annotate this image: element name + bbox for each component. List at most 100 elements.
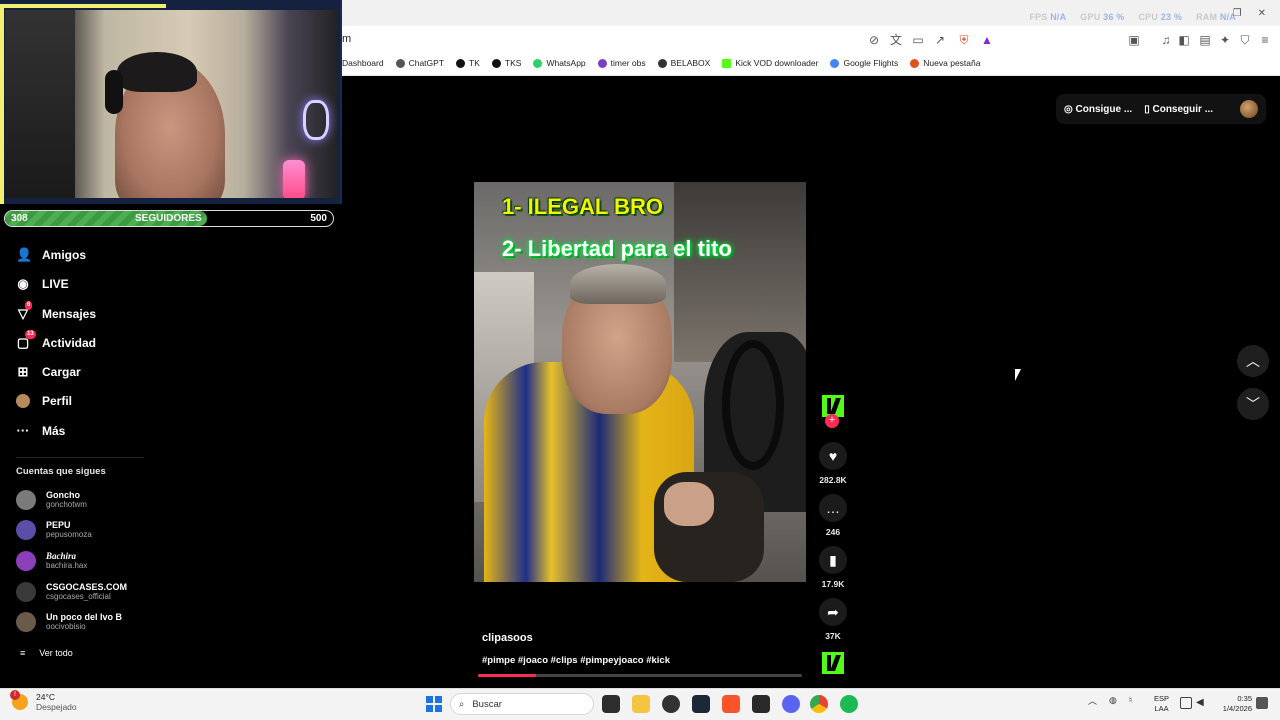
bookmark-whatsapp[interactable]: WhatsApp — [533, 58, 586, 68]
activity-icon: ▢ 13 — [16, 330, 36, 350]
sidebar-item-live[interactable]: ◉ LIVE — [16, 277, 68, 292]
heart-icon[interactable]: ♥ — [819, 442, 847, 470]
weather-widget[interactable]: ! 24°C Despejado — [10, 690, 77, 712]
volume-icon[interactable]: ◀ — [1196, 697, 1208, 709]
no-tracking-icon[interactable]: ⊘ — [866, 32, 882, 48]
avatar — [16, 520, 36, 540]
osd-ram: RAM N/A — [1196, 12, 1236, 22]
share-action[interactable]: ➦ 37K — [818, 598, 848, 641]
sidebar-item-friends[interactable]: 👤 Amigos — [16, 248, 86, 263]
list-icon: ≡ — [20, 648, 26, 658]
bookmark-chatgpt[interactable]: ChatGPT — [395, 58, 444, 68]
like-count: 282.8K — [819, 475, 847, 485]
network-icon[interactable]: ◍ — [1109, 695, 1117, 706]
bookmark-new-tab[interactable]: Nueva pestaña — [910, 58, 980, 68]
cast-icon[interactable]: ▭ — [910, 32, 926, 48]
vpn-icon[interactable]: ⛉ — [1237, 32, 1253, 48]
get-app-button[interactable]: ▯ Conseguir ... — [1144, 104, 1213, 115]
taskbar-search[interactable]: ⌕ Buscar — [450, 693, 594, 715]
chevron-up-icon[interactable]: ︿ — [1088, 694, 1097, 707]
notifications-icon[interactable] — [1256, 697, 1268, 709]
start-button[interactable] — [426, 696, 442, 712]
osd-gpu: GPU 36 % — [1080, 12, 1125, 22]
bookmark-belabox[interactable]: BELABOX — [657, 58, 710, 68]
sidebar-item-upload[interactable]: ⊞ Cargar — [16, 364, 81, 380]
wallet-icon[interactable]: ▤ — [1197, 32, 1213, 48]
media-icon[interactable]: ♫ — [1158, 32, 1174, 48]
followed-account[interactable]: Goncho gonchotwm — [16, 490, 87, 510]
next-video-button[interactable]: ﹀ — [1237, 388, 1269, 420]
share-arrow-icon[interactable]: ➦ — [819, 598, 847, 626]
weather-icon: ! — [10, 690, 28, 710]
bookmark-timer-obs[interactable]: timer obs — [597, 58, 646, 68]
video-progress-bar[interactable] — [478, 674, 802, 677]
avatar — [16, 582, 36, 602]
user-avatar[interactable] — [1240, 100, 1258, 118]
leo-icon[interactable]: ✦ — [1217, 32, 1233, 48]
sidebar-item-activity[interactable]: ▢ 13 Actividad — [16, 330, 96, 350]
address-bar[interactable]: m — [342, 33, 351, 45]
more-icon: ··· — [16, 423, 30, 438]
previous-video-button[interactable]: ︿ — [1237, 345, 1269, 377]
discord-icon[interactable] — [782, 695, 800, 713]
sidebar-item-more[interactable]: ··· Más — [16, 423, 66, 439]
video-author[interactable]: clipasoos — [482, 632, 533, 644]
microphone-icon[interactable]: ♮ — [1129, 695, 1132, 706]
followed-account[interactable]: CSGOCASES.COM csgocases_official — [16, 582, 127, 602]
brave-shield-icon[interactable]: ⛨ — [956, 32, 972, 48]
task-view-icon[interactable] — [602, 695, 620, 713]
avatar — [16, 490, 36, 510]
avatar — [16, 612, 36, 632]
bookmark-kick-vod[interactable]: Kick VOD downloader — [722, 58, 818, 68]
sound-disc[interactable] — [822, 652, 844, 674]
comment-action[interactable]: … 246 — [818, 494, 848, 537]
bookmark-tk[interactable]: TK — [456, 58, 480, 68]
divider — [16, 457, 144, 458]
followed-account[interactable]: Bachira bachira.hax — [16, 551, 87, 571]
messages-icon: ▽ 6 — [18, 301, 33, 321]
brave-app-icon[interactable] — [722, 695, 740, 713]
obs-app-icon[interactable] — [662, 695, 680, 713]
performance-overlay: FPS N/A GPU 36 % CPU 23 % RAM N/A — [1029, 12, 1236, 22]
search-icon: ⌕ — [459, 698, 465, 710]
close-icon[interactable]: ✕ — [1258, 8, 1266, 19]
bookmark-icon[interactable]: ▮ — [819, 546, 847, 574]
brave-icon — [910, 58, 920, 68]
share-icon[interactable]: ↗ — [932, 32, 948, 48]
like-action[interactable]: ♥ 282.8K — [818, 442, 848, 485]
save-action[interactable]: ▮ 17.9K — [818, 546, 848, 589]
save-count: 17.9K — [821, 579, 845, 589]
followed-account[interactable]: Un poco del Ivo Boocivobisio — [16, 612, 122, 632]
clock[interactable]: 0:35 1/4/2026 — [1212, 694, 1252, 714]
epic-games-icon[interactable] — [752, 695, 770, 713]
video-overlay-text-1: 1- ILEGAL BRO — [502, 194, 663, 219]
restore-icon[interactable]: ❐ — [1233, 8, 1242, 19]
follower-label: SEGUIDORES — [135, 213, 202, 224]
language-indicator[interactable]: ESP LAA — [1154, 694, 1169, 714]
bookmark-dashboard[interactable]: Dashboard — [342, 58, 384, 68]
bookmark-google-flights[interactable]: Google Flights — [830, 58, 898, 68]
upload-icon: ⊞ — [17, 364, 29, 379]
file-explorer-icon[interactable] — [632, 695, 650, 713]
activity-badge: 13 — [25, 330, 36, 339]
menu-icon[interactable]: ≡ — [1257, 32, 1273, 48]
translate-icon[interactable]: 文 — [888, 32, 904, 48]
kick-icon — [722, 58, 732, 68]
steam-icon[interactable] — [692, 695, 710, 713]
comment-icon[interactable]: … — [819, 494, 847, 522]
rewards-icon[interactable]: ▲ — [979, 32, 995, 48]
sidebar-icon[interactable]: ◧ — [1176, 32, 1192, 48]
spotify-icon[interactable] — [840, 695, 858, 713]
tab-icon[interactable]: ▣ — [1126, 32, 1142, 48]
followed-account[interactable]: PEPU pepusomoza — [16, 520, 92, 540]
sidebar-item-profile[interactable]: Perfil — [16, 394, 72, 408]
video-player[interactable]: 1- ILEGAL BRO 2- Libertad para el tito — [474, 182, 806, 582]
bookmark-tks[interactable]: TKS — [491, 58, 521, 68]
chrome-icon[interactable] — [810, 695, 828, 713]
display-icon[interactable] — [1180, 697, 1192, 709]
video-hashtags[interactable]: #pimpe #joaco #clips #pimpeyjoaco #kick — [482, 655, 670, 666]
see-all-button[interactable]: ≡ Ver todo — [20, 648, 73, 658]
get-coins-button[interactable]: ◎ Consigue ... — [1064, 104, 1132, 115]
sidebar-item-messages[interactable]: ▽ 6 Mensajes — [16, 301, 96, 321]
follow-button[interactable]: + — [825, 414, 839, 428]
